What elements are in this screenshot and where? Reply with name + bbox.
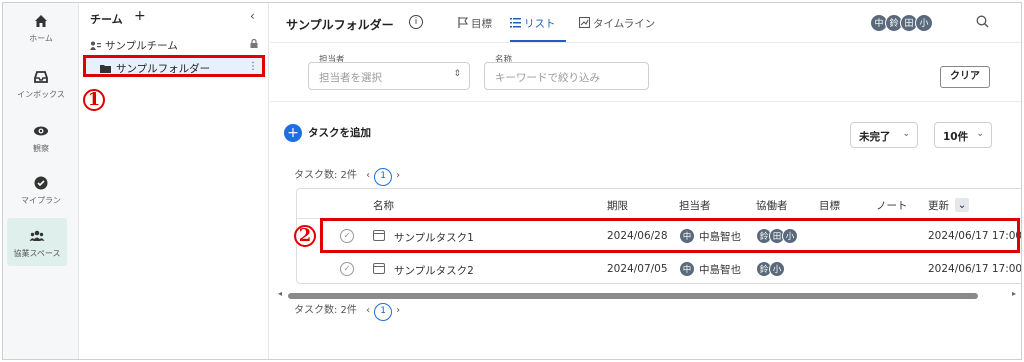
inbox-icon — [34, 71, 48, 83]
tab-goals[interactable]: 目標 — [458, 16, 492, 31]
team-panel: チーム + ‹ サンプルチーム サンプルフォルダー ⋮ — [80, 3, 269, 359]
rail-label: 観察 — [33, 144, 49, 153]
rail-item-my-plan[interactable]: マイプラン — [3, 175, 79, 206]
highlight-box-row-1 — [320, 218, 1020, 253]
team-icon — [29, 230, 45, 241]
folder-item: サンプルフォルダー — [100, 61, 210, 76]
rail-item-home[interactable]: ホーム — [3, 13, 79, 44]
team-header: チーム — [90, 13, 123, 26]
tab-label: リスト — [524, 18, 556, 30]
select-arrows-icon: ⇕ — [453, 69, 461, 79]
scroll-thumb[interactable] — [288, 293, 978, 299]
col-header-note[interactable]: ノート — [876, 198, 908, 213]
table-header: 名称 期限 担当者 協働者 目標 ノート 更新 ⌄ — [297, 189, 1021, 219]
prev-page-button[interactable]: ‹ — [366, 170, 370, 181]
pager-bottom: タスク数: 2件 ‹ 1 › — [294, 301, 400, 321]
horizontal-scrollbar[interactable]: ◂ ▸ — [278, 289, 1016, 299]
tab-list[interactable]: リスト — [510, 16, 556, 31]
col-header-updated[interactable]: 更新 — [928, 198, 949, 213]
avatar: 小 — [769, 261, 785, 277]
assignee-select[interactable]: 担当者を選択 ⇕ — [308, 62, 470, 90]
assignee-name: 中島智也 — [699, 263, 741, 276]
rail-label: マイプラン — [21, 196, 61, 205]
name-placeholder: キーワードで絞り込み — [495, 72, 600, 84]
eye-icon — [34, 126, 48, 136]
chevron-down-icon: ⌄ — [976, 129, 984, 139]
col-header-collaborators[interactable]: 協働者 — [756, 198, 788, 213]
tab-timeline[interactable]: タイムライン — [578, 16, 656, 31]
home-icon — [35, 15, 47, 27]
scroll-left-icon[interactable]: ◂ — [278, 289, 282, 298]
sort-chevron-icon[interactable]: ⌄ — [955, 198, 969, 212]
next-page-button[interactable]: › — [396, 305, 400, 316]
rail-item-inbox[interactable]: インボックス — [3, 69, 79, 100]
rail-label: インボックス — [17, 90, 65, 99]
annotation-marker-2: 2 — [294, 225, 316, 247]
col-header-goal[interactable]: 目標 — [819, 198, 840, 213]
prev-page-button[interactable]: ‹ — [366, 305, 370, 316]
page-title: サンプルフォルダー — [286, 18, 394, 32]
pager-top: タスク数: 2件 ‹ 1 › — [294, 166, 400, 186]
assignee-placeholder: 担当者を選択 — [319, 72, 382, 84]
task-due: 2024/07/05 — [607, 263, 668, 275]
more-icon[interactable]: ⋮ — [248, 61, 258, 72]
table-row[interactable]: ✓ サンプルタスク2 2024/07/05 中 中島智也 鈴 小 2024/06… — [297, 253, 1022, 283]
annotation-marker-1: 1 — [83, 89, 105, 111]
col-header-assignee[interactable]: 担当者 — [679, 198, 711, 213]
task-name[interactable]: サンプルタスク2 — [394, 263, 474, 278]
folder-item-selected[interactable]: サンプルフォルダー ⋮ — [83, 55, 265, 77]
left-rail: ホーム インボックス 観察 マイプラン 協業スペース — [3, 3, 79, 359]
team-item[interactable]: サンプルチーム — [90, 38, 178, 53]
status-filter-dropdown[interactable]: 未完了 ⌄ — [850, 122, 918, 148]
col-header-due[interactable]: 期限 — [607, 198, 628, 213]
col-header-name[interactable]: 名称 — [373, 198, 394, 213]
add-task-button[interactable]: タスクを追加 — [308, 125, 371, 140]
avatar: 中 — [679, 261, 695, 277]
flag-icon — [458, 17, 469, 28]
check-circle-icon — [34, 176, 48, 190]
tab-label: 目標 — [471, 18, 492, 30]
team-small-icon — [90, 41, 101, 50]
search-icon[interactable] — [976, 15, 989, 28]
avatar: 小 — [915, 14, 933, 32]
timeline-icon — [578, 16, 591, 29]
rail-item-watch[interactable]: 観察 — [3, 123, 79, 154]
lock-icon — [250, 39, 258, 48]
rail-label: 協業スペース — [13, 249, 61, 258]
active-tab-indicator — [510, 40, 566, 42]
app-window: ホーム インボックス 観察 マイプラン 協業スペース チーム + ‹ サンプルチ… — [2, 2, 1022, 360]
page-size-dropdown[interactable]: 10件 ⌄ — [934, 122, 992, 148]
chevron-down-icon: ⌄ — [902, 129, 910, 139]
folder-name: サンプルフォルダー — [116, 63, 211, 75]
collapse-panel-button[interactable]: ‹ — [250, 9, 255, 23]
name-search-input[interactable]: キーワードで絞り込み — [484, 62, 649, 90]
task-assignee: 中 中島智也 — [679, 261, 741, 277]
complete-check-icon[interactable]: ✓ — [340, 262, 354, 276]
task-count: タスク数: 2件 — [294, 170, 357, 181]
task-count: タスク数: 2件 — [294, 305, 357, 316]
page-size-value: 10件 — [943, 131, 969, 143]
page-1-button[interactable]: 1 — [374, 168, 393, 186]
main-area: サンプルフォルダー i 目標 リスト タイムライン 中 鈴 田 小 担当者 担当… — [270, 3, 1021, 359]
list-icon — [510, 18, 521, 28]
member-avatars[interactable]: 中 鈴 田 小 — [870, 14, 933, 32]
folder-icon — [100, 65, 111, 73]
scroll-right-icon[interactable]: ▸ — [1012, 289, 1016, 298]
add-task-icon[interactable]: + — [284, 124, 302, 142]
team-name: サンプルチーム — [105, 40, 178, 52]
task-updated: 2024/06/17 17:00 — [928, 263, 1022, 275]
task-collaborators: 鈴 小 — [756, 261, 785, 277]
status-filter-value: 未完了 — [859, 131, 891, 143]
info-icon[interactable]: i — [409, 15, 423, 29]
page-1-button[interactable]: 1 — [374, 303, 393, 321]
rail-label: ホーム — [29, 34, 53, 43]
rail-item-collab-space[interactable]: 協業スペース — [7, 218, 67, 266]
tab-label: タイムライン — [593, 18, 656, 30]
add-team-button[interactable]: + — [134, 8, 146, 24]
next-page-button[interactable]: › — [396, 170, 400, 181]
filter-area: 担当者 担当者を選択 ⇕ 名称 キーワードで絞り込み クリア — [270, 44, 1021, 102]
clear-button[interactable]: クリア — [940, 66, 990, 88]
task-icon — [373, 263, 385, 274]
topbar: サンプルフォルダー i 目標 リスト タイムライン 中 鈴 田 小 — [270, 3, 1021, 43]
